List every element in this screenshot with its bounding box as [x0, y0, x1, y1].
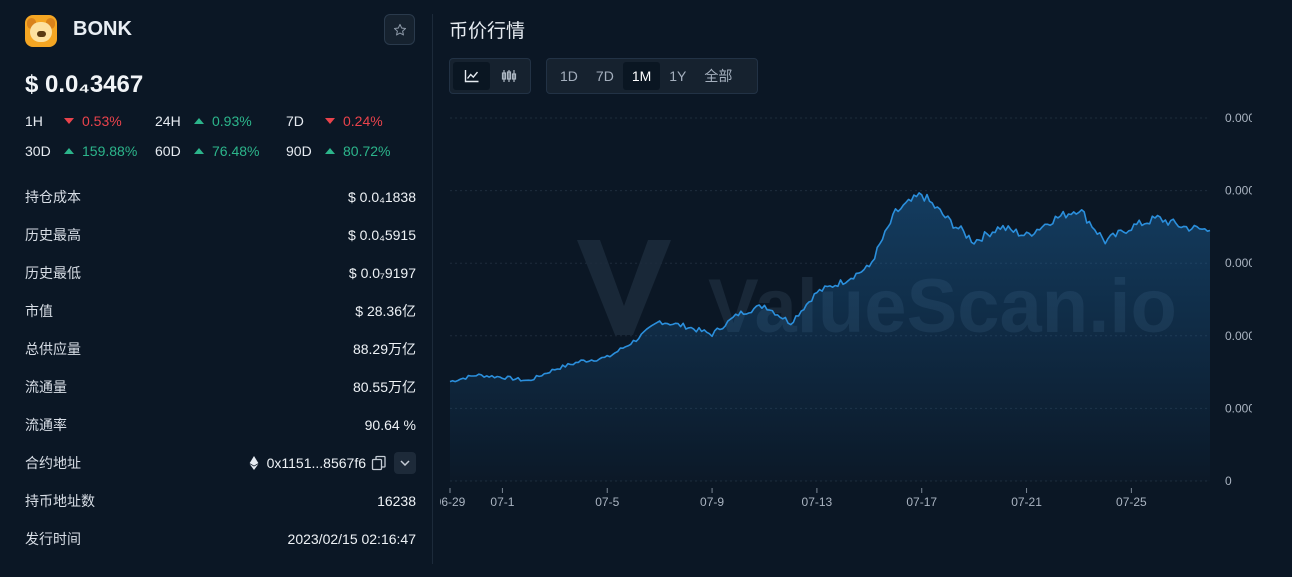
y-tick-label: 0.00001	[1225, 401, 1252, 415]
change-value: 0.93%	[212, 113, 252, 129]
change-label: 7D	[286, 113, 304, 129]
stat-label: 历史最高	[25, 227, 81, 243]
stat-label: 历史最低	[25, 265, 81, 281]
stat-all-time-low: 历史最低 $ 0.0₇9197	[25, 263, 416, 283]
line-chart-button[interactable]	[453, 62, 490, 90]
y-tick-label: 0.00003	[1225, 256, 1252, 270]
up-arrow-icon	[325, 148, 335, 154]
ethereum-icon	[249, 456, 258, 470]
candlestick-chart-button[interactable]	[490, 62, 527, 90]
chain-dropdown-button[interactable]	[394, 452, 416, 474]
change-label: 24H	[155, 113, 181, 129]
down-arrow-icon	[64, 118, 74, 124]
up-arrow-icon	[194, 148, 204, 154]
stat-value: $ 0.0₄1838	[348, 189, 416, 205]
time-range-selector: 1D 7D 1M 1Y 全部	[546, 58, 758, 94]
stat-label: 持币地址数	[25, 493, 95, 509]
x-tick-label: 07-5	[595, 495, 619, 509]
token-info-panel: BONK $ 0.0₄3467 1H 0.53% 24H 0.93% 7D 0.…	[0, 0, 432, 577]
change-24h: 24H 0.93%	[155, 113, 286, 129]
change-value: 0.24%	[343, 113, 383, 129]
chart-section-title: 币价行情	[449, 21, 526, 42]
stat-value: $ 0.0₇9197	[348, 265, 416, 281]
y-tick-label: 0	[1225, 474, 1232, 488]
x-tick-label: 07-1	[490, 495, 514, 509]
change-value: 0.53%	[82, 113, 122, 129]
stat-label: 持仓成本	[25, 189, 81, 205]
stat-contract-address: 合约地址 0x1151...8567f6	[25, 452, 416, 474]
range-1m-button[interactable]: 1M	[622, 62, 661, 90]
stat-value: 80.55万亿	[352, 379, 416, 395]
x-tick-label: 06-29	[440, 495, 466, 509]
panel-divider	[432, 14, 433, 564]
change-label: 30D	[25, 143, 51, 159]
x-tick-label: 07-17	[906, 495, 937, 509]
change-30d: 30D 159.88%	[25, 143, 155, 159]
stat-circulating-supply: 流通量 80.55万亿	[25, 377, 416, 397]
stat-value: $ 28.36亿	[355, 303, 416, 319]
range-7d-button[interactable]: 7D	[587, 62, 623, 90]
stat-holding-cost: 持仓成本 $ 0.0₄1838	[25, 187, 416, 207]
stat-value: 90.64 %	[364, 417, 416, 433]
y-tick-label: 0.00005	[1225, 111, 1252, 125]
line-chart-icon	[464, 70, 478, 83]
stat-value: 88.29万亿	[352, 341, 416, 357]
change-value: 76.48%	[212, 143, 260, 159]
change-label: 1H	[25, 113, 43, 129]
current-price: $ 0.0₄3467	[25, 71, 144, 98]
stat-market-cap: 市值 $ 28.36亿	[25, 301, 416, 321]
copy-icon[interactable]	[371, 455, 387, 471]
contract-address-value[interactable]: 0x1151...8567f6	[267, 455, 366, 471]
stat-all-time-high: 历史最高 $ 0.0₄5915	[25, 225, 416, 245]
token-name: BONK	[73, 18, 132, 40]
stat-total-supply: 总供应量 88.29万亿	[25, 339, 416, 359]
bonk-logo	[25, 15, 57, 47]
change-value: 80.72%	[343, 143, 391, 159]
stat-circulation-rate: 流通率 90.64 %	[25, 415, 416, 435]
stat-value: $ 0.0₄5915	[348, 227, 416, 243]
stat-label: 总供应量	[25, 341, 81, 357]
stat-issue-time: 发行时间 2023/02/15 02:16:47	[25, 529, 416, 549]
stat-label: 发行时间	[25, 531, 81, 547]
stat-label: 合约地址	[25, 455, 81, 471]
x-tick-label: 07-25	[1116, 495, 1147, 509]
x-tick-label: 07-21	[1011, 495, 1042, 509]
favorite-button[interactable]	[384, 14, 415, 45]
y-tick-label: 0.00004	[1225, 184, 1252, 198]
up-arrow-icon	[64, 148, 74, 154]
valuescan-logo	[577, 240, 671, 335]
change-label: 60D	[155, 143, 181, 159]
price-chart[interactable]: ValueScan.io 0.000050.000040.000030.0000…	[440, 100, 1252, 520]
x-tick-label: 07-13	[802, 495, 833, 509]
change-7d: 7D 0.24%	[286, 113, 383, 129]
range-all-button[interactable]: 全部	[695, 62, 741, 90]
down-arrow-icon	[325, 118, 335, 124]
stat-value: 2023/02/15 02:16:47	[287, 531, 416, 547]
change-label: 90D	[286, 143, 312, 159]
change-value: 159.88%	[82, 143, 138, 159]
up-arrow-icon	[194, 118, 204, 124]
change-1h: 1H 0.53%	[25, 113, 155, 129]
change-60d: 60D 76.48%	[155, 143, 286, 159]
x-tick-label: 07-9	[700, 495, 724, 509]
range-1y-button[interactable]: 1Y	[660, 62, 695, 90]
change-row-short: 1H 0.53% 24H 0.93% 7D 0.24%	[25, 113, 383, 129]
price-area-fill	[450, 192, 1210, 481]
star-icon	[393, 23, 406, 35]
stat-label: 市值	[25, 303, 53, 319]
stat-label: 流通量	[25, 379, 67, 395]
chevron-down-icon	[400, 460, 410, 466]
range-1d-button[interactable]: 1D	[551, 62, 587, 90]
stat-holder-count: 持币地址数 16238	[25, 491, 416, 511]
candlestick-icon	[501, 70, 516, 82]
change-row-long: 30D 159.88% 60D 76.48% 90D 80.72%	[25, 143, 390, 159]
y-tick-label: 0.00002	[1225, 329, 1252, 343]
stat-value: 16238	[377, 493, 416, 509]
chart-type-toggle	[449, 58, 531, 94]
change-90d: 90D 80.72%	[286, 143, 390, 159]
stat-label: 流通率	[25, 417, 67, 433]
